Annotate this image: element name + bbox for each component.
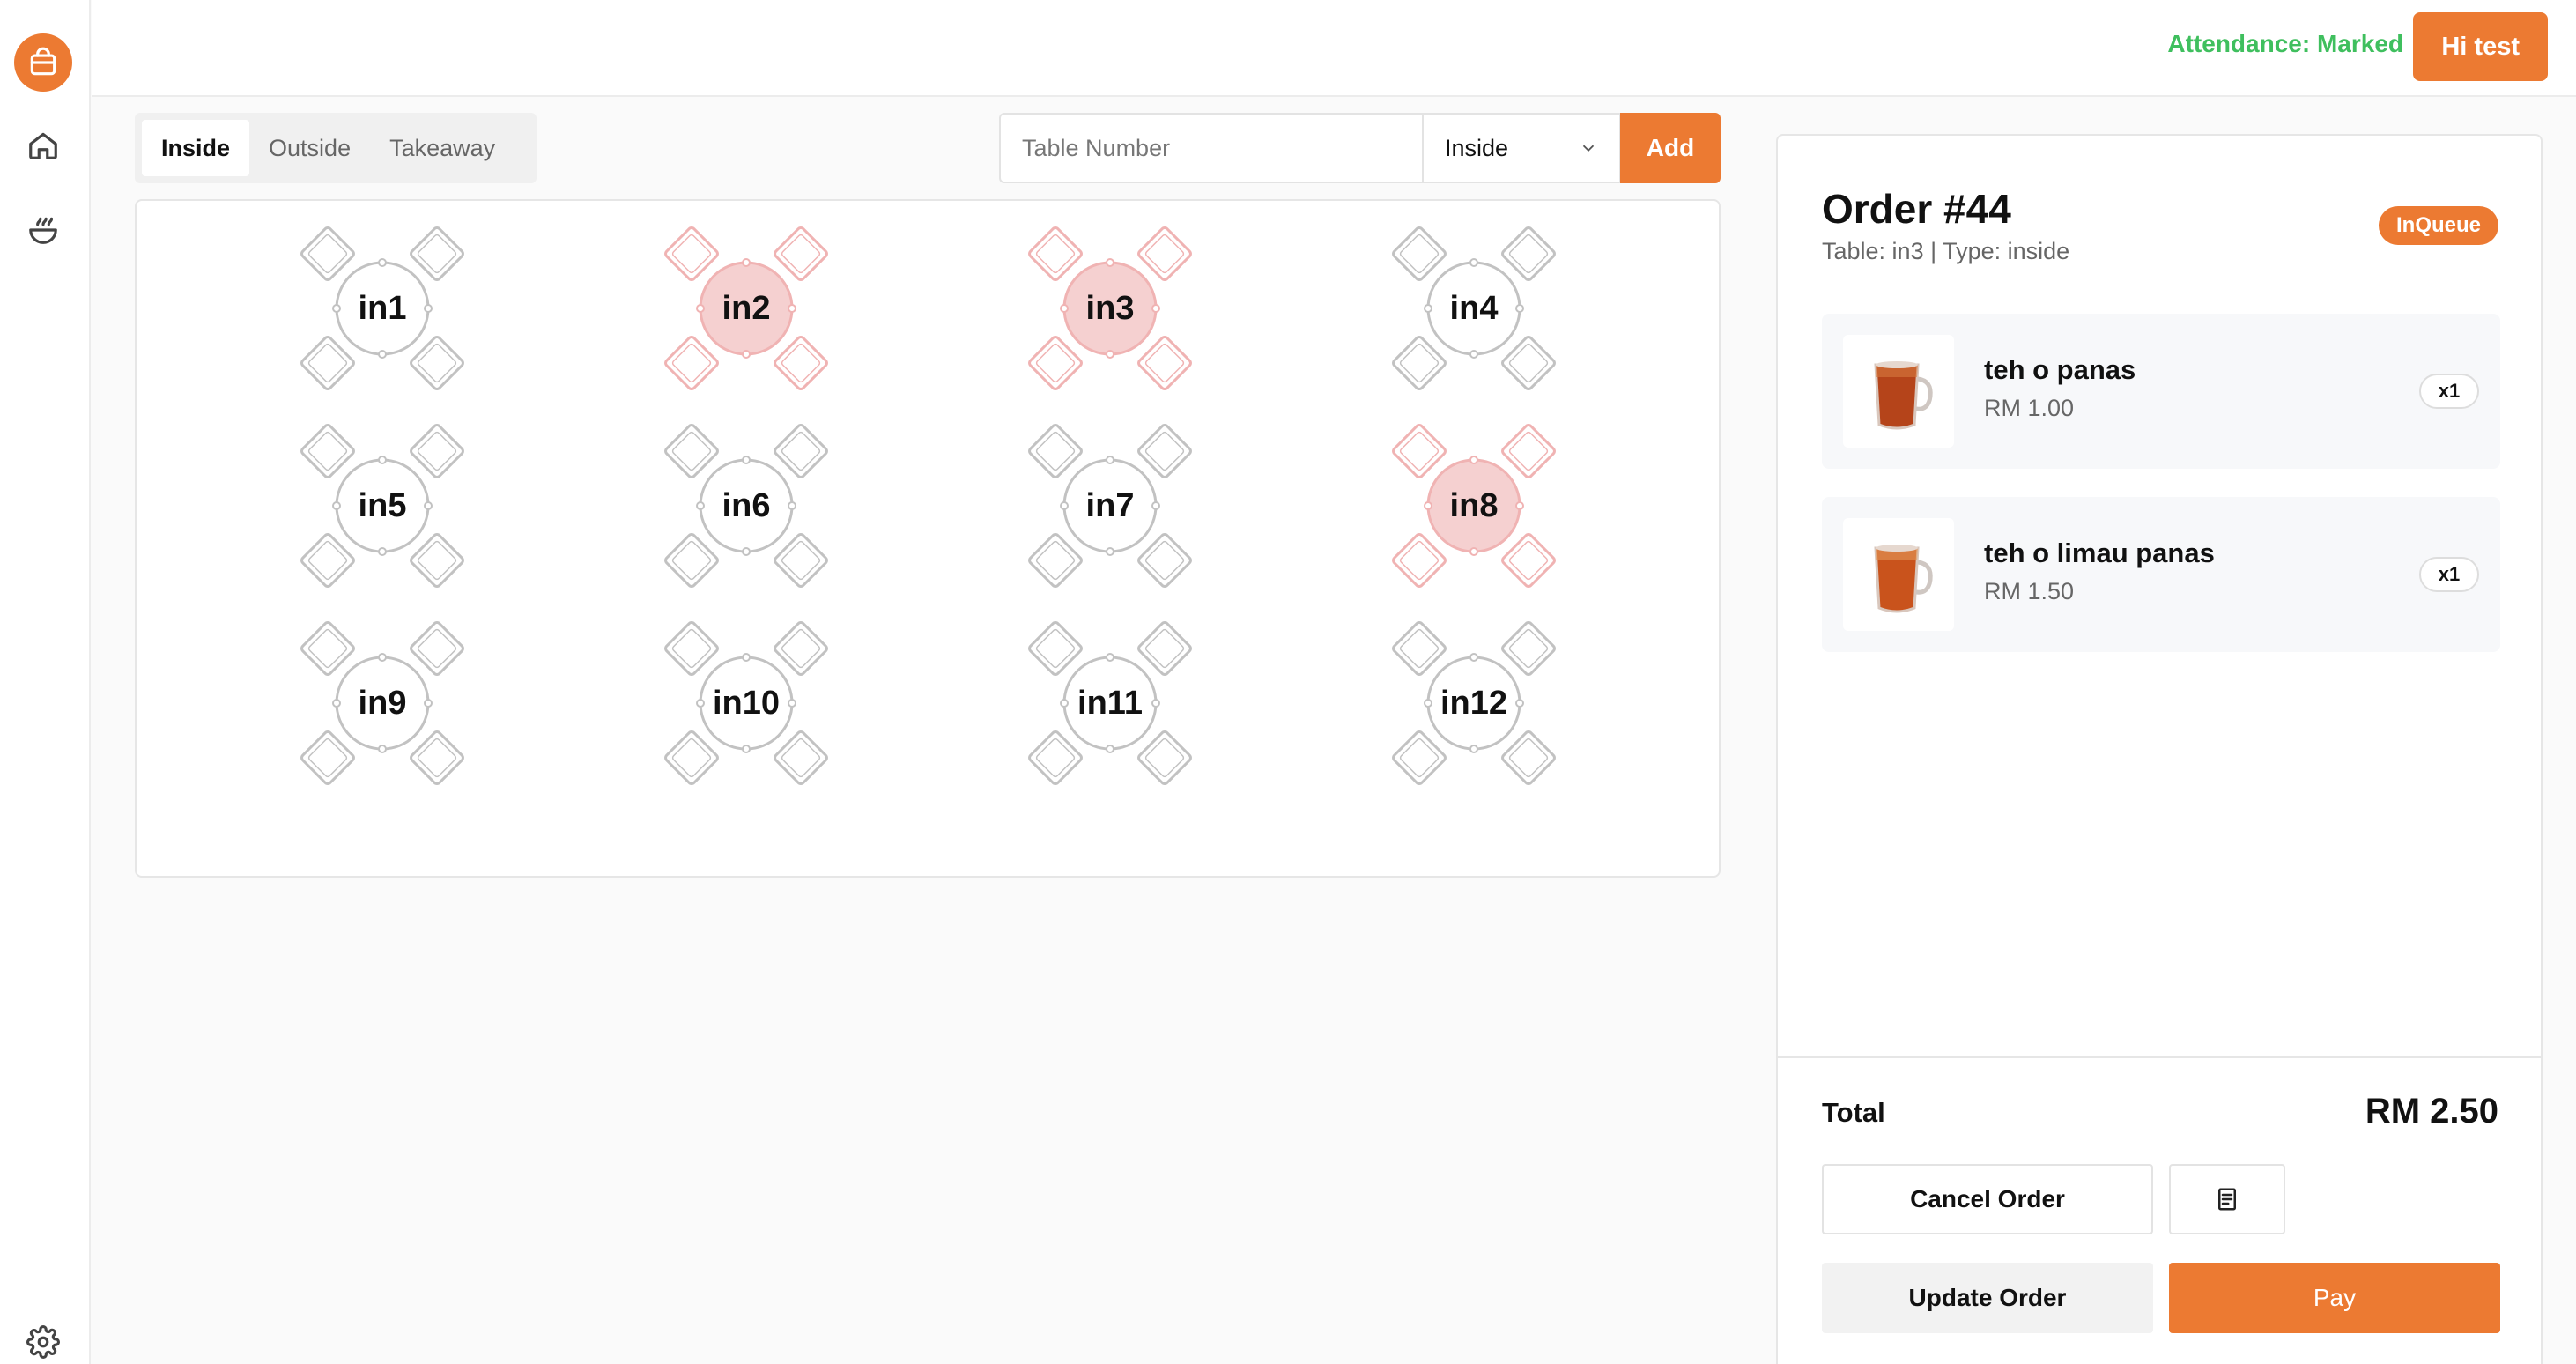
- order-footer: Total RM 2.50 Cancel Order Update Order …: [1778, 1056, 2541, 1364]
- table-in8[interactable]: in8: [1386, 418, 1562, 594]
- table-in5[interactable]: in5: [294, 418, 470, 594]
- item-name: teh o limau panas: [1984, 537, 2215, 568]
- order-title: Order #44: [1822, 186, 2011, 232]
- receipt-icon: [2218, 1188, 2236, 1211]
- tables-panel: in1 in2 in3 in4 in5 in6 in7 in8 in9 in10 in11 in12: [135, 199, 1721, 878]
- receipt-button[interactable]: [2169, 1164, 2285, 1234]
- table-label: in3: [1085, 289, 1135, 327]
- order-subtitle: Table: in3 | Type: inside: [1822, 238, 2070, 264]
- table-label: in9: [358, 684, 407, 722]
- table-in9[interactable]: in9: [294, 615, 470, 791]
- order-item[interactable]: teh o limau panas RM 1.50 x1: [1822, 497, 2500, 652]
- tea-glass-icon: [1843, 335, 1954, 448]
- item-price: RM 1.50: [1984, 578, 2075, 604]
- table-in11[interactable]: in11: [1022, 615, 1198, 791]
- tab-inside[interactable]: Inside: [142, 120, 250, 176]
- total-label: Total: [1822, 1097, 1885, 1128]
- table-label: in5: [358, 486, 407, 524]
- table-label: in2: [722, 289, 771, 327]
- tab-outside[interactable]: Outside: [249, 120, 370, 176]
- status-badge: InQueue: [2378, 206, 2498, 245]
- table-label: in12: [1440, 684, 1508, 722]
- table-in3[interactable]: in3: [1022, 220, 1198, 397]
- area-tabs: Inside Outside Takeaway: [135, 113, 537, 183]
- table-in2[interactable]: in2: [658, 220, 834, 397]
- attendance-status: Attendance: Marked: [2167, 30, 2403, 57]
- item-price: RM 1.00: [1984, 395, 2075, 421]
- tea-glass-icon: [1843, 518, 1954, 631]
- shopping-bag-icon[interactable]: [14, 33, 72, 92]
- add-table-button[interactable]: Add: [1620, 113, 1721, 183]
- item-quantity: x1: [2419, 557, 2479, 592]
- home-icon[interactable]: [14, 116, 72, 174]
- user-button[interactable]: Hi test: [2413, 12, 2548, 81]
- table-label: in7: [1085, 486, 1135, 524]
- tab-takeaway[interactable]: Takeaway: [370, 120, 514, 176]
- table-number-input[interactable]: [999, 113, 1422, 183]
- table-in12[interactable]: in12: [1386, 615, 1562, 791]
- item-quantity: x1: [2419, 374, 2479, 409]
- cancel-order-button[interactable]: Cancel Order: [1822, 1164, 2153, 1234]
- table-label: in1: [358, 289, 407, 327]
- table-in10[interactable]: in10: [658, 615, 834, 791]
- table-in1[interactable]: in1: [294, 220, 470, 397]
- settings-icon[interactable]: [14, 1313, 72, 1364]
- table-label: in4: [1449, 289, 1499, 327]
- food-bowl-icon[interactable]: [14, 201, 72, 259]
- table-label: in8: [1449, 486, 1499, 524]
- pay-button[interactable]: Pay: [2169, 1263, 2500, 1333]
- table-label: in6: [722, 486, 771, 524]
- sidebar: [0, 0, 91, 1364]
- top-bar: Attendance: Marked Hi test: [92, 0, 2576, 97]
- table-in6[interactable]: in6: [658, 418, 834, 594]
- chevron-down-icon: [1582, 145, 1595, 152]
- table-in4[interactable]: in4: [1386, 220, 1562, 397]
- total-value: RM 2.50: [2365, 1092, 2498, 1130]
- table-type-value: Inside: [1445, 134, 1509, 161]
- table-in7[interactable]: in7: [1022, 418, 1198, 594]
- table-label: in11: [1077, 684, 1143, 722]
- update-order-button[interactable]: Update Order: [1822, 1263, 2153, 1333]
- order-item[interactable]: teh o panas RM 1.00 x1: [1822, 314, 2500, 469]
- order-panel: Order #44 Table: in3 | Type: inside InQu…: [1776, 134, 2543, 1364]
- item-name: teh o panas: [1984, 354, 2136, 385]
- table-label: in10: [712, 684, 781, 722]
- table-type-select[interactable]: Inside: [1422, 113, 1621, 183]
